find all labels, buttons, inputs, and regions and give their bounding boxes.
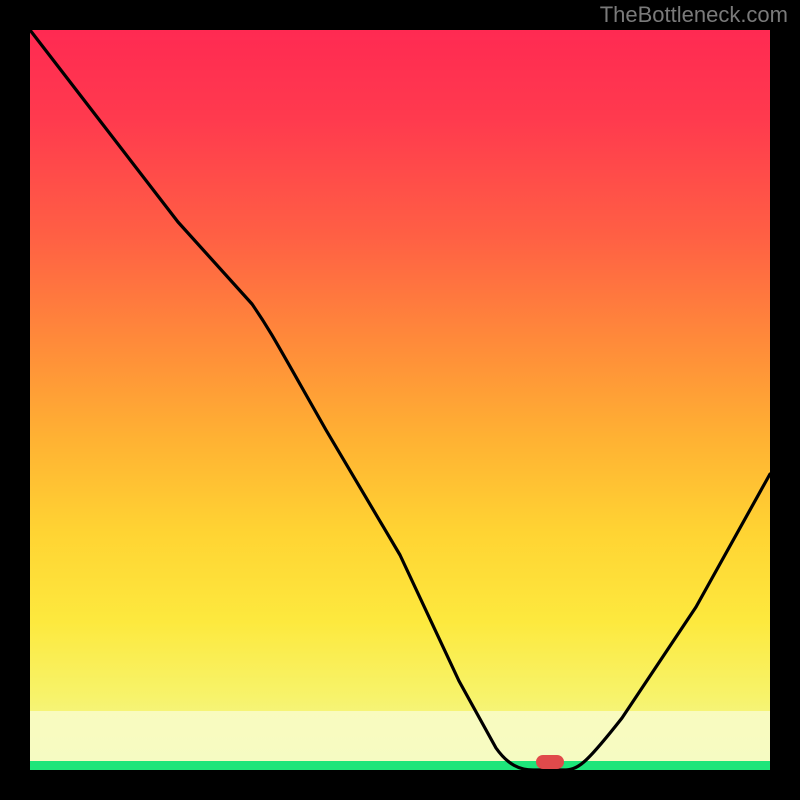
bottleneck-curve xyxy=(30,30,770,770)
watermark-text: TheBottleneck.com xyxy=(600,2,788,28)
curve-svg xyxy=(30,30,770,770)
optimum-marker xyxy=(536,755,564,769)
plot-area xyxy=(30,30,770,770)
chart-frame: TheBottleneck.com xyxy=(0,0,800,800)
